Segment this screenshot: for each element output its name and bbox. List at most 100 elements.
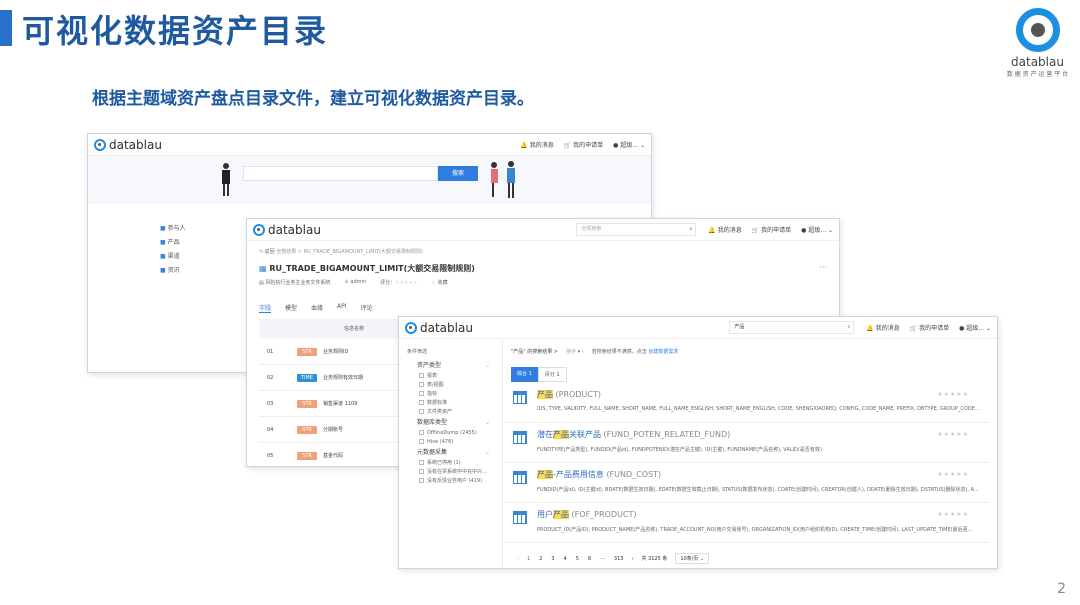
applications-link[interactable]: 🛒 我的申请单 <box>564 140 603 149</box>
result-item[interactable]: 产品-产品费用信息 (FUND_COST) FUNDID(产品id), ID(主键… <box>505 463 989 503</box>
brand-icon <box>94 138 106 151</box>
table-row[interactable]: 05 STR 基金代码 <box>259 443 409 466</box>
applications-link[interactable]: 🛒 我的申请单 <box>910 323 949 332</box>
filter-option[interactable]: 文件类资产 <box>399 408 502 417</box>
tab-fields[interactable]: 字段 <box>259 303 272 313</box>
tab-api[interactable]: API <box>337 303 347 313</box>
filter-option[interactable]: 报表 <box>399 372 502 381</box>
back-link[interactable]: ⮌ 返回 <box>259 249 275 255</box>
result-list: 产品 (PRODUCT) IDS, TYPE, VALIDITY, FULL_NA… <box>505 383 989 543</box>
people-illustration-icon <box>484 160 524 200</box>
global-search-input[interactable]: 全局搜索 ⌕ <box>576 223 697 236</box>
page-number-button[interactable]: 4 <box>564 556 567 562</box>
table-row[interactable]: 01 STR 业务规则ID <box>259 339 409 365</box>
filter-option[interactable]: 数据标准 <box>399 399 502 408</box>
folder-icon: ■ <box>160 225 166 232</box>
checkbox[interactable] <box>419 391 424 396</box>
tab-model[interactable]: 模型 <box>285 303 297 313</box>
rating-stars-icon[interactable]: ★★★★★ <box>937 471 969 478</box>
next-page-icon[interactable]: › <box>631 556 633 562</box>
checkbox[interactable] <box>419 478 424 483</box>
rating-stars-icon[interactable]: ★★★★★ <box>937 391 969 398</box>
tab-comments[interactable]: 评论 <box>361 303 373 313</box>
checkbox[interactable] <box>419 430 424 435</box>
filter-option[interactable]: 指标 <box>399 390 502 399</box>
column-header: 信息名称 <box>343 326 364 332</box>
search-results-window: datablau 产品 ⌕ 🔔 我的消息 🛒 我的申请单 ● 超级... ⌄ 条件… <box>398 316 998 569</box>
table-row[interactable]: 03 STR 销售渠道 1109 <box>259 391 409 417</box>
page-number-button[interactable]: 6 <box>588 556 591 562</box>
page-number-button[interactable]: 3 <box>551 556 554 562</box>
sidebar-item-news[interactable]: ■ 资讯 <box>160 264 250 278</box>
checkbox[interactable] <box>419 469 424 474</box>
sort-dropdown[interactable]: 排序 ▾ › <box>566 348 584 355</box>
checkbox[interactable] <box>419 439 424 444</box>
table-row[interactable]: 02 TIME 业务规则有效日期 <box>259 365 409 391</box>
checkbox[interactable] <box>419 373 424 378</box>
messages-link[interactable]: 🔔 我的消息 <box>520 140 553 149</box>
checkbox[interactable] <box>419 409 424 414</box>
sidebar-item-channels[interactable]: ■ 渠道 <box>160 250 250 264</box>
brand: datablau <box>405 321 473 335</box>
create-request-link[interactable]: 创建数据需求 <box>648 349 678 355</box>
filter-group-header[interactable]: 资产类型 ⌄ <box>399 360 502 372</box>
search-icon[interactable]: ⌕ <box>690 224 693 235</box>
fields-table-body: 01 STR 业务规则ID 02 TIME 业务规则有效日期 03 STR 销售渠道 1109 0… <box>259 339 409 466</box>
page-numbers: 1 2 3 4 5 6 ··· 313 <box>527 556 623 562</box>
sidebar-item-products[interactable]: ■ 产品 <box>160 236 250 250</box>
page-size-select[interactable]: 10条/页 ⌄ <box>675 553 710 564</box>
result-item[interactable]: 产品 (PRODUCT) IDS, TYPE, VALIDITY, FULL_NA… <box>505 383 989 423</box>
page-number-button[interactable]: 5 <box>576 556 579 562</box>
rating-stars-icon[interactable]: ★★★★★ <box>937 431 969 438</box>
user-menu[interactable]: ● 超级... ⌄ <box>959 323 991 332</box>
applications-link[interactable]: 🛒 我的申请单 <box>752 225 791 234</box>
messages-link[interactable]: 🔔 我的消息 <box>708 225 741 234</box>
sidebar-item-participants[interactable]: ■ 参与人 <box>160 222 250 236</box>
filter-option[interactable]: Hive (476) <box>399 438 502 447</box>
checkbox[interactable] <box>419 382 424 387</box>
result-item[interactable]: 潜在产品关联产品 (FUND_POTEN_RELATED_FUND) FUNDTY… <box>505 423 989 463</box>
prev-page-icon[interactable]: ‹ <box>517 556 519 562</box>
favorite-button[interactable]: ☆ 收藏 <box>432 279 448 286</box>
tab-lineage[interactable]: 血缘 <box>311 303 323 313</box>
rating-stars-icon[interactable]: ★★★★★ <box>395 280 417 286</box>
home-search-input[interactable] <box>243 166 438 181</box>
brand: datablau <box>253 223 321 237</box>
page-title: 可视化数据资产目录 <box>22 12 329 50</box>
filter-option[interactable]: 表/视图 <box>399 381 502 390</box>
keyword-highlight: 产品 <box>553 430 569 439</box>
page-number-button[interactable]: 313 <box>614 556 624 562</box>
page-number-button[interactable]: 1 <box>527 556 530 562</box>
user-menu[interactable]: ● 超级... ⌄ <box>801 225 833 234</box>
tab-rating[interactable]: 评分 1 <box>537 367 567 382</box>
title-english: (FUND_COST) <box>606 470 662 479</box>
result-item[interactable]: 用户产品 (FOF_PRODUCT) PRODUCT_ID(产品ID), PROD… <box>505 503 989 543</box>
filter-option[interactable]: OfflineDump (2455) <box>399 429 502 438</box>
checkbox[interactable] <box>419 460 424 465</box>
result-title[interactable]: 用户产品 (FOF_PRODUCT) <box>537 509 985 520</box>
result-title[interactable]: 潜在产品关联产品 (FUND_POTEN_RELATED_FUND) <box>537 429 985 440</box>
search-input[interactable]: 产品 ⌕ <box>729 321 855 334</box>
page-number-button[interactable]: 2 <box>539 556 542 562</box>
field-name: 分期账号 <box>323 427 344 433</box>
search-icon[interactable]: ⌕ <box>848 322 851 333</box>
page-subtitle: 根据主题域资产盘点目录文件，建立可视化数据资产目录。 <box>92 89 534 109</box>
user-menu[interactable]: ● 超级... ⌄ <box>613 140 645 149</box>
result-title[interactable]: 产品 (PRODUCT) <box>537 389 985 400</box>
tab-overall[interactable]: 综合 1 <box>511 367 538 382</box>
checkbox[interactable] <box>419 400 424 405</box>
messages-link[interactable]: 🔔 我的消息 <box>866 323 899 332</box>
table-row[interactable]: 04 STR 分期账号 <box>259 417 409 443</box>
filter-option[interactable]: 没有反馈业务用户 (419) <box>399 477 502 486</box>
rating-stars-icon[interactable]: ★★★★★ <box>937 511 969 518</box>
more-menu-icon[interactable]: ··· <box>819 263 827 272</box>
filter-group-title: 数据库类型 <box>417 419 448 426</box>
filter-option[interactable]: 没有在票系统中中充中兴... <box>399 468 502 477</box>
filter-group-header[interactable]: 元数据采集 ⌄ <box>399 447 502 459</box>
search-button[interactable]: 搜索 <box>438 166 478 181</box>
result-title[interactable]: 产品-产品费用信息 (FUND_COST) <box>537 469 985 480</box>
page-number-button[interactable]: ··· <box>600 556 605 562</box>
filter-option[interactable]: 系统已停用 (1) <box>399 459 502 468</box>
filter-group-header[interactable]: 数据库类型 ⌄ <box>399 417 502 429</box>
brand-name: datablau <box>268 222 321 237</box>
